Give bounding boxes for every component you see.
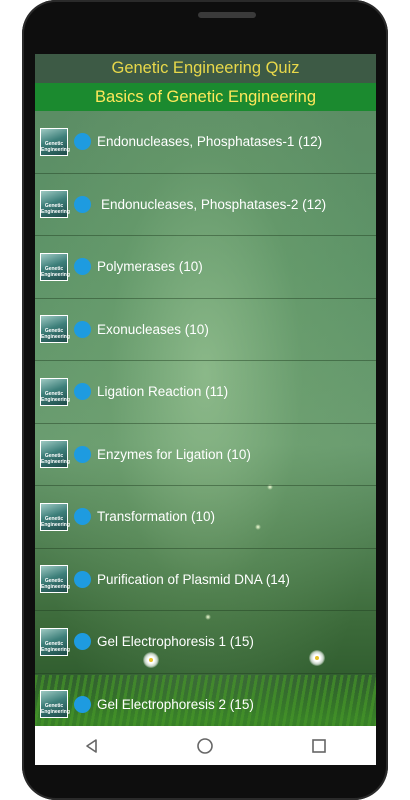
blue-dot-icon xyxy=(74,633,91,651)
blue-dot-icon xyxy=(74,258,91,276)
list-item[interactable]: Genetic Engineering Exonucleases (10) xyxy=(35,299,376,361)
blue-dot-icon xyxy=(74,695,91,713)
triangle-back-icon[interactable] xyxy=(80,734,104,758)
list-item-label: Enzymes for Ligation (10) xyxy=(97,446,251,462)
blue-dot-icon xyxy=(74,445,91,463)
genetic-engineering-thumbnail: Genetic Engineering xyxy=(40,127,70,156)
genetic-engineering-thumbnail: Genetic Engineering xyxy=(40,690,70,719)
list-item-label: Endonucleases, Phosphatases-2 (12) xyxy=(101,196,327,212)
circle-home-icon[interactable] xyxy=(193,734,217,758)
android-nav-bar xyxy=(35,726,376,765)
blue-dot-icon xyxy=(74,383,91,401)
list-item[interactable]: Genetic Engineering Polymerases (10) xyxy=(35,236,376,299)
list-item-label: Transformation (10) xyxy=(97,509,216,525)
square-recents-icon[interactable] xyxy=(307,734,331,758)
blue-dot-icon xyxy=(74,570,91,588)
list-item-label: Exonucleases (10) xyxy=(97,321,209,337)
genetic-engineering-thumbnail: Genetic Engineering xyxy=(40,315,70,344)
list-item[interactable]: Genetic Engineering Enzymes for Ligation … xyxy=(35,424,376,486)
section-title: Basics of Genetic Engineering xyxy=(94,87,317,106)
genetic-engineering-thumbnail: Genetic Engineering xyxy=(40,377,70,406)
genetic-engineering-thumbnail: Genetic Engineering xyxy=(40,190,70,219)
genetic-engineering-thumbnail: Genetic Engineering xyxy=(40,627,70,656)
list-item-label: Ligation Reaction (11) xyxy=(97,384,229,400)
list-item-label: Purification of Plasmid DNA (14) xyxy=(97,571,290,587)
speaker-grille xyxy=(198,12,256,18)
quiz-topic-list: Genetic Engineering Endonucleases, Phosph… xyxy=(35,111,376,735)
genetic-engineering-thumbnail: Genetic Engineering xyxy=(40,440,70,469)
list-item[interactable]: Genetic Engineering Endonucleases, Phosph… xyxy=(35,174,376,236)
list-item[interactable]: Genetic Engineering Gel Electrophoresis 1… xyxy=(35,611,376,674)
app-title: Genetic Engineering Quiz xyxy=(111,59,300,77)
list-item[interactable]: Genetic Engineering Ligation Reaction (11… xyxy=(35,361,376,424)
genetic-engineering-thumbnail: Genetic Engineering xyxy=(40,502,70,531)
list-item-label: Gel Electrophoresis 1 (15) xyxy=(97,634,254,650)
section-title-bar: Basics of Genetic Engineering xyxy=(35,83,376,111)
blue-dot-icon xyxy=(74,508,91,526)
list-item-label: Gel Electrophoresis 2 (15) xyxy=(97,696,254,712)
genetic-engineering-thumbnail: Genetic Engineering xyxy=(40,252,70,281)
genetic-engineering-thumbnail: Genetic Engineering xyxy=(40,565,70,594)
list-item[interactable]: Genetic Engineering Transformation (10) xyxy=(35,486,376,549)
app-title-bar: Genetic Engineering Quiz xyxy=(35,54,376,83)
list-item-label: Endonucleases, Phosphatases-1 (12) xyxy=(97,134,323,150)
list-item-label: Polymerases (10) xyxy=(97,259,203,275)
list-item[interactable]: Genetic Engineering Endonucleases, Phosph… xyxy=(35,111,376,174)
app-screen: Genetic Engineering Quiz Basics of Genet… xyxy=(35,54,376,765)
blue-dot-icon xyxy=(74,195,91,213)
blue-dot-icon xyxy=(74,133,91,151)
blue-dot-icon xyxy=(74,320,91,338)
list-item[interactable]: Genetic Engineering Purification of Plasm… xyxy=(35,549,376,611)
